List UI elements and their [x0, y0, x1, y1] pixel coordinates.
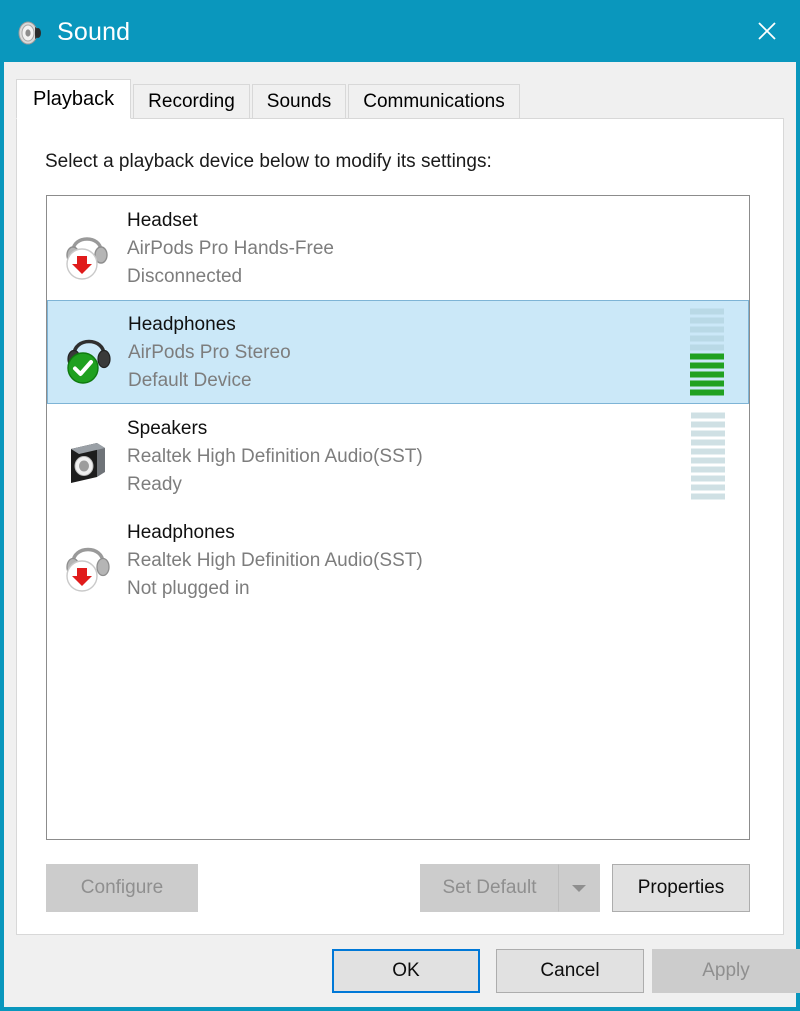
apply-button-label: Apply [702, 960, 750, 981]
meter-segment [691, 475, 725, 482]
meter-segment-active [690, 362, 724, 369]
meter-segment [691, 484, 725, 491]
properties-button-label: Properties [637, 877, 725, 898]
titlebar: Sound [4, 4, 796, 62]
device-status: Not plugged in [127, 577, 250, 599]
meter-segment [691, 430, 725, 437]
cancel-button[interactable]: Cancel [496, 949, 644, 993]
meter-segment [691, 457, 725, 464]
device-description: AirPods Pro Stereo [128, 341, 291, 363]
device-status: Ready [127, 473, 182, 495]
list-item[interactable]: Headset AirPods Pro Hands-Free Disconnec… [47, 196, 749, 300]
sound-dialog-window: Sound Playback Recording Sounds Communic… [0, 0, 800, 1011]
meter-segment [691, 466, 725, 473]
red-down-arrow-badge [65, 559, 99, 593]
instruction-text: Select a playback device below to modify… [45, 151, 492, 172]
ok-button-label: OK [392, 960, 420, 981]
configure-button[interactable]: Configure [46, 864, 198, 912]
meter-segment-active [690, 389, 724, 396]
headphones-icon [62, 321, 118, 385]
tab-playback[interactable]: Playback [16, 79, 132, 119]
set-default-button[interactable]: Set Default [420, 864, 558, 912]
close-icon[interactable] [738, 4, 796, 58]
device-text: Headset AirPods Pro Hands-Free Disconnec… [127, 211, 334, 286]
meter-segment [691, 412, 725, 419]
green-check-badge [66, 351, 100, 385]
configure-button-label: Configure [80, 877, 164, 898]
tab-recording[interactable]: Recording [133, 84, 250, 118]
dialog-body: Playback Recording Sounds Communications… [4, 62, 800, 1007]
device-status: Default Device [128, 369, 252, 391]
playback-tab-page: Select a playback device below to modify… [16, 118, 784, 935]
chevron-down-icon[interactable] [558, 864, 600, 912]
device-description: Realtek High Definition Audio(SST) [127, 445, 423, 467]
tab-sounds-label: Sounds [266, 90, 332, 112]
window-title: Sound [57, 17, 131, 46]
list-item-selected[interactable]: Headphones AirPods Pro Stereo Default De… [47, 300, 749, 404]
tab-communications[interactable]: Communications [348, 84, 520, 118]
set-default-split-button[interactable]: Set Default [420, 864, 600, 912]
dialog-footer: OK Cancel Apply [4, 935, 800, 1007]
meter-segment [691, 421, 725, 428]
apply-button[interactable]: Apply [652, 949, 800, 993]
meter-segment [691, 439, 725, 446]
meter-segment [691, 448, 725, 455]
volume-meter [690, 308, 724, 396]
tab-communications-label: Communications [363, 90, 505, 112]
tab-strip: Playback Recording Sounds Communications [16, 79, 522, 119]
device-text: Speakers Realtek High Definition Audio(S… [127, 419, 423, 494]
meter-segment [690, 326, 724, 333]
meter-segment [691, 493, 725, 500]
meter-segment-active [690, 371, 724, 378]
device-text: Headphones AirPods Pro Stereo Default De… [128, 315, 291, 390]
meter-segment-active [690, 380, 724, 387]
tab-recording-label: Recording [148, 90, 235, 112]
device-name: Speakers [127, 417, 208, 439]
device-description: Realtek High Definition Audio(SST) [127, 549, 423, 571]
speaker-box-icon [61, 425, 117, 487]
list-item[interactable]: Speakers Realtek High Definition Audio(S… [47, 404, 749, 508]
headset-icon [61, 217, 117, 281]
volume-meter [691, 412, 725, 500]
device-status: Disconnected [127, 265, 243, 287]
device-text: Headphones Realtek High Definition Audio… [127, 523, 423, 598]
set-default-button-label: Set Default [442, 877, 537, 898]
device-name: Headphones [128, 313, 236, 335]
device-name: Headphones [127, 521, 235, 543]
red-down-arrow-badge [65, 247, 99, 281]
headphones-icon [61, 529, 117, 593]
tab-sounds[interactable]: Sounds [251, 84, 347, 118]
device-name: Headset [127, 209, 198, 231]
list-item[interactable]: Headphones Realtek High Definition Audio… [47, 508, 749, 612]
meter-segment [690, 344, 724, 351]
meter-segment [690, 308, 724, 315]
device-action-buttons: Configure Set Default Properties [46, 864, 754, 912]
ok-button[interactable]: OK [332, 949, 480, 993]
meter-segment-active [690, 353, 724, 360]
cancel-button-label: Cancel [540, 960, 600, 981]
playback-device-list[interactable]: Headset AirPods Pro Hands-Free Disconnec… [46, 195, 750, 840]
speaker-icon [15, 18, 45, 48]
meter-segment [690, 317, 724, 324]
device-description: AirPods Pro Hands-Free [127, 237, 334, 259]
properties-button[interactable]: Properties [612, 864, 750, 912]
meter-segment [690, 335, 724, 342]
tab-playback-label: Playback [33, 87, 115, 110]
